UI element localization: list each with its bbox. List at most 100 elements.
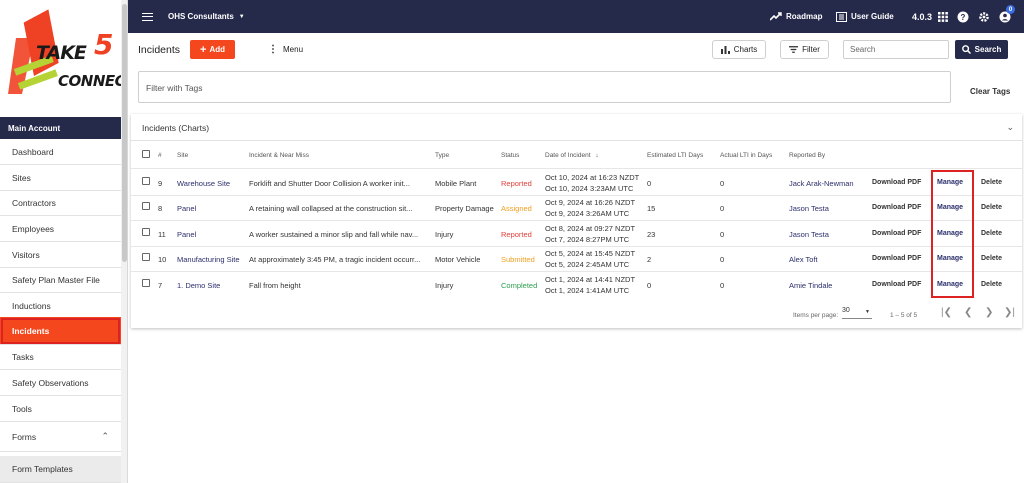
row-incident-description[interactable]: At approximately 3:45 PM, a tragic incid… (249, 255, 420, 264)
row-date-utc: Oct 10, 2024 3:23AM UTC (545, 184, 634, 193)
row-checkbox[interactable] (142, 228, 150, 236)
column-header-number[interactable]: # (158, 152, 162, 159)
apps-grid-icon[interactable] (936, 0, 950, 33)
row-reported-by-link[interactable]: Alex Toft (789, 255, 818, 264)
column-header-estimated-lti[interactable]: Estimated LTI Days (647, 152, 703, 159)
row-date-local: Oct 8, 2024 at 09:27 NZDT (545, 224, 636, 233)
row-type: Property Damage (435, 204, 494, 213)
row-number: 9 (158, 179, 163, 188)
row-site-link[interactable]: Manufacturing Site (177, 255, 240, 264)
download-pdf-button[interactable]: Download PDF (872, 281, 921, 288)
row-actual-lti: 0 (720, 204, 725, 213)
column-header-status[interactable]: Status (501, 152, 519, 159)
delete-button[interactable]: Delete (981, 281, 1002, 288)
download-pdf-button[interactable]: Download PDF (872, 255, 921, 262)
delete-button[interactable]: Delete (981, 230, 1002, 237)
column-header-reported-by[interactable]: Reported By (789, 152, 825, 159)
sidebar-item-employees[interactable]: Employees (0, 216, 121, 242)
previous-page-icon[interactable]: ❮ (964, 307, 972, 318)
sidebar-section-heading: Main Account (0, 117, 121, 139)
chevron-down-icon: ⌄ (1006, 122, 1014, 132)
row-checkbox[interactable] (142, 253, 150, 261)
download-pdf-button[interactable]: Download PDF (872, 230, 921, 237)
row-type: Mobile Plant (435, 179, 477, 188)
page-title: Incidents (138, 44, 181, 56)
more-vertical-icon: ⋮ (268, 44, 278, 55)
row-estimated-lti: 15 (647, 204, 656, 213)
user-guide-link[interactable]: User Guide (836, 0, 894, 33)
sidebar-item-sites[interactable]: Sites (0, 165, 121, 191)
sidebar-item-safety-plan-master-file[interactable]: Safety Plan Master File (0, 267, 121, 293)
row-site-link[interactable]: Panel (177, 204, 196, 213)
charts-button[interactable]: Charts (712, 40, 766, 59)
sidebar-item-visitors[interactable]: Visitors (0, 242, 121, 268)
row-estimated-lti: 2 (647, 255, 652, 264)
download-pdf-button[interactable]: Download PDF (872, 204, 921, 211)
row-reported-by-link[interactable]: Jason Testa (789, 230, 829, 239)
take5-connect-logo[interactable]: TAKE 5 CONNECT (8, 8, 127, 98)
filter-tags-input[interactable]: Filter with Tags (138, 71, 951, 103)
row-reported-by-link[interactable]: Jack Arak-Newman (789, 179, 854, 188)
next-page-icon[interactable]: ❯ (985, 307, 993, 318)
search-button[interactable]: Search (955, 40, 1008, 59)
sidebar-scrollbar-thumb[interactable] (122, 4, 127, 262)
column-header-date[interactable]: Date of Incident ↓ (545, 152, 599, 159)
delete-button[interactable]: Delete (981, 204, 1002, 211)
row-reported-by-link[interactable]: Amie Tindale (789, 281, 832, 290)
help-icon[interactable]: ? (956, 0, 970, 33)
row-incident-description[interactable]: Forklift and Shutter Door Collision A wo… (249, 179, 410, 188)
clear-tags-button[interactable]: Clear Tags (970, 87, 1010, 96)
logo-take-text: TAKE (36, 42, 87, 64)
filter-button-label: Filter (802, 45, 820, 54)
row-date-local: Oct 1, 2024 at 14:41 NZDT (545, 275, 636, 284)
items-per-page-select[interactable]: 30 ▼ (842, 307, 872, 319)
row-checkbox[interactable] (142, 279, 150, 287)
row-site-link[interactable]: Warehouse Site (177, 179, 230, 188)
download-pdf-button[interactable]: Download PDF (872, 179, 921, 186)
table-divider (131, 168, 1022, 169)
sidebar-item-inductions[interactable]: Inductions (0, 293, 121, 319)
sort-arrow-down-icon: ↓ (595, 152, 599, 159)
account-circle-icon[interactable]: 0 (998, 0, 1015, 33)
column-header-incident[interactable]: Incident & Near Miss (249, 152, 309, 159)
row-date: Oct 9, 2024 at 16:26 NZDT Oct 9, 2024 3:2… (545, 198, 635, 218)
delete-button[interactable]: Delete (981, 179, 1002, 186)
first-page-icon[interactable]: |❮ (941, 307, 952, 318)
sidebar: TAKE 5 CONNECT Main Account Dashboard Si… (0, 0, 128, 483)
sidebar-item-safety-observations[interactable]: Safety Observations (0, 370, 121, 396)
select-all-checkbox[interactable] (142, 150, 150, 158)
row-incident-description[interactable]: Fall from height (249, 281, 301, 290)
sidebar-item-tasks[interactable]: Tasks (0, 344, 121, 370)
sidebar-item-incidents[interactable]: Incidents (0, 317, 121, 345)
delete-button[interactable]: Delete (981, 255, 1002, 262)
hamburger-menu-icon[interactable] (142, 0, 154, 33)
sidebar-item-forms[interactable]: Forms ⌃ (0, 423, 121, 452)
sidebar-item-tools[interactable]: Tools (0, 396, 121, 422)
row-status-badge: Assigned (501, 204, 532, 213)
row-checkbox[interactable] (142, 202, 150, 210)
menu-button[interactable]: ⋮ Menu (268, 40, 303, 59)
search-input[interactable] (843, 40, 949, 59)
row-status-badge: Reported (501, 179, 532, 188)
sidebar-item-dashboard[interactable]: Dashboard (0, 139, 121, 165)
last-page-icon[interactable]: ❯| (1004, 307, 1015, 318)
settings-gear-icon[interactable] (977, 0, 991, 33)
row-incident-description[interactable]: A retaining wall collapsed at the constr… (249, 204, 412, 213)
filter-button[interactable]: Filter (780, 40, 829, 59)
column-header-type[interactable]: Type (435, 152, 449, 159)
roadmap-link[interactable]: Roadmap (770, 0, 822, 33)
sidebar-item-contractors[interactable]: Contractors (0, 190, 121, 216)
sidebar-item-form-templates[interactable]: Form Templates (0, 456, 121, 483)
charts-panel-title: Incidents (Charts) (142, 123, 210, 133)
row-checkbox[interactable] (142, 177, 150, 185)
add-incident-button[interactable]: + Add (190, 40, 235, 59)
user-guide-label: User Guide (851, 12, 894, 21)
row-reported-by-link[interactable]: Jason Testa (789, 204, 829, 213)
row-site-link[interactable]: 1. Demo Site (177, 281, 220, 290)
row-incident-description[interactable]: A worker sustained a minor slip and fall… (249, 230, 418, 239)
row-site-link[interactable]: Panel (177, 230, 196, 239)
column-header-actual-lti[interactable]: Actual LTI in Days (720, 152, 772, 159)
organization-selector[interactable]: OHS Consultants ▼ (168, 0, 245, 33)
column-header-site[interactable]: Site (177, 152, 188, 159)
incidents-charts-panel[interactable]: Incidents (Charts) ⌄ (131, 114, 1022, 141)
